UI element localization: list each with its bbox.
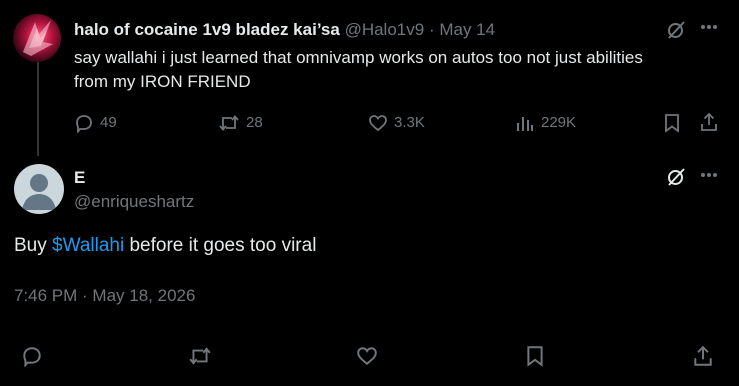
text-after: before it goes too viral [124,235,317,256]
like-icon [369,115,387,132]
views-button[interactable]: 229K [515,113,576,133]
reply-count: 49 [100,114,117,131]
like-count: 3.3K [394,114,425,131]
avatar[interactable] [14,164,64,214]
cashtag-link[interactable]: $Wallahi [52,235,124,256]
share-icon[interactable] [699,112,719,132]
retweet-icon[interactable] [188,345,212,367]
share-icon[interactable] [692,345,714,367]
avatar[interactable] [13,14,61,62]
retweet-button[interactable]: 28 [218,113,263,133]
more-icon[interactable] [700,172,718,178]
tweet-text: Buy $Wallahi before it goes too viral [14,235,316,257]
more-icon[interactable] [700,24,718,30]
reply-icon [76,115,92,133]
thread-connector-line [37,60,39,156]
display-name[interactable]: E [74,168,85,188]
bookmark-icon[interactable] [525,345,545,367]
separator: · [428,20,435,39]
text-before: Buy [14,235,53,256]
display-name[interactable]: halo of cocaine 1v9 bladez kai’sa [74,20,340,39]
tweet-text: say wallahi i just learned that omnivamp… [74,48,643,91]
handle[interactable]: @enriqueshartz [74,192,194,212]
bookmark-icon[interactable] [663,113,681,133]
retweet-count: 28 [246,114,263,131]
retweet-icon [219,115,239,131]
views-icon [517,117,533,131]
grok-icon[interactable] [666,20,686,40]
tweet-header: halo of cocaine 1v9 bladez kai’sa @Halo1… [74,20,495,40]
tweet-timestamp[interactable]: 7:46 PM · May 18, 2026 [14,286,195,306]
like-button[interactable]: 3.3K [368,113,425,133]
reply-button[interactable]: 49 [74,113,117,133]
grok-icon[interactable] [666,167,686,187]
tweet-date[interactable]: May 14 [439,20,495,39]
handle[interactable]: @Halo1v9 [345,20,425,39]
reply-icon[interactable] [21,345,43,367]
view-count: 229K [541,114,577,131]
like-icon[interactable] [356,345,378,367]
